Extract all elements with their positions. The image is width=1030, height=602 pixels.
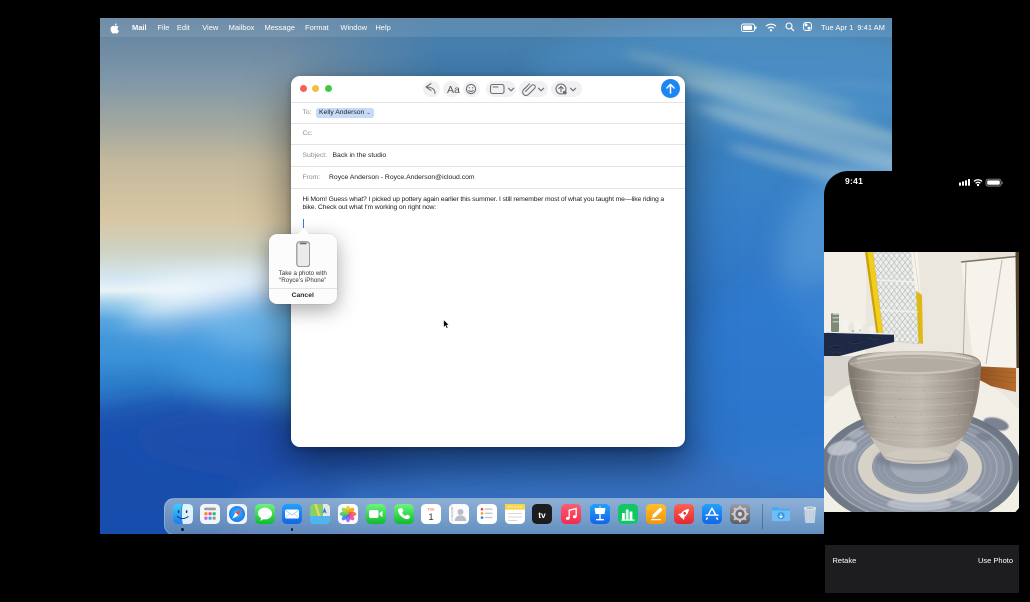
svg-text:tv: tv [538,510,546,520]
svg-text:Aa: Aa [447,84,460,96]
svg-text:TUE: TUE [427,508,435,512]
svg-text:1: 1 [428,512,433,523]
